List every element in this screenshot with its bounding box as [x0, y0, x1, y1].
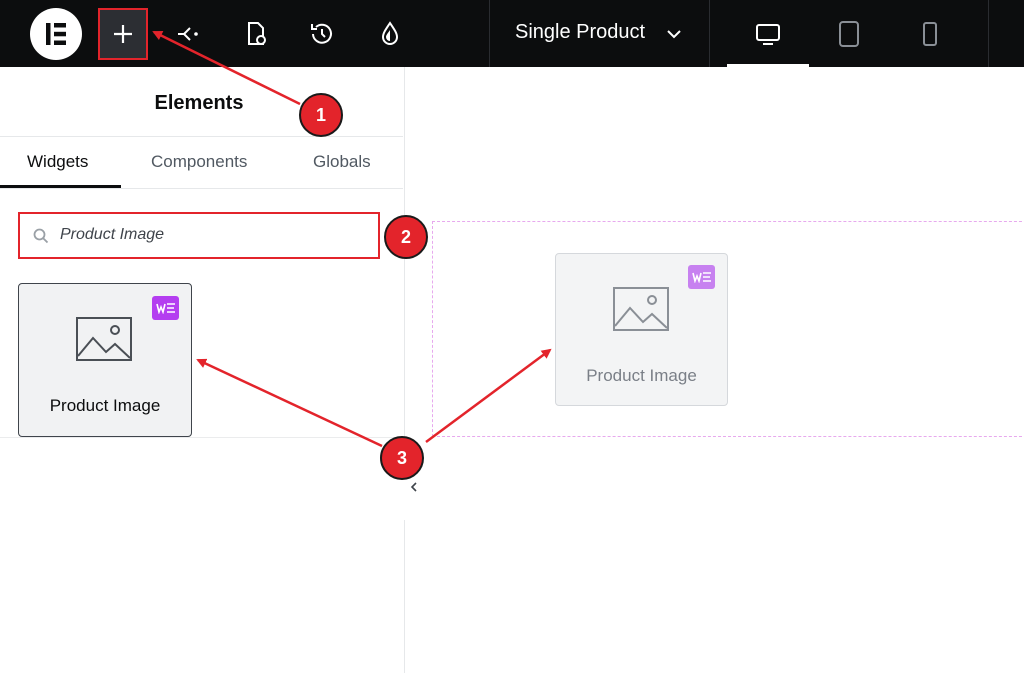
callout-2: 2	[384, 215, 428, 259]
arrow-3-right	[425, 348, 552, 444]
arrow-3-left	[196, 358, 383, 448]
arrow-1	[152, 30, 301, 106]
callout-1: 1	[299, 93, 343, 137]
annotation-arrows	[152, 30, 552, 448]
callout-3: 3	[380, 436, 424, 480]
